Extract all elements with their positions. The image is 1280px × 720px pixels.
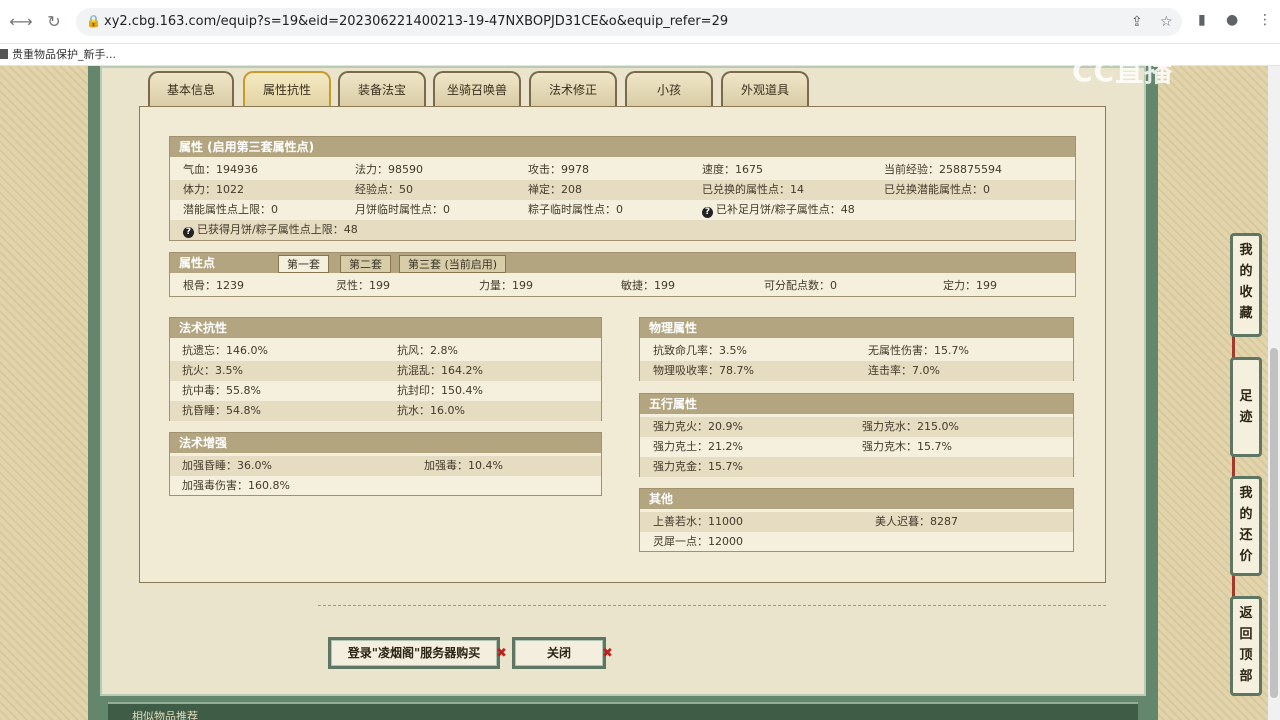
- stat-exp-points: 经验点：50: [355, 183, 413, 196]
- stat-obtained-cap: ? 已获得月饼/粽子属性点上限：48: [183, 220, 358, 240]
- points-row: 根骨：1239 灵性：199 力量：199 敏捷：199 可分配点数：0 定力：…: [170, 276, 1075, 296]
- spell-resist-row: 抗中毒：55.8% 抗封印：150.4%: [182, 384, 483, 397]
- point-focus: 定力：199: [943, 279, 997, 292]
- my-bargain-button[interactable]: 我的还价: [1230, 476, 1262, 576]
- spell-resist-row: 抗遗忘：146.0% 抗风：2.8%: [182, 344, 458, 357]
- spell-boost-row: 加强昏睡：36.0% 加强毒：10.4%: [170, 456, 601, 476]
- physical-section: 物理属性 抗致命几率：3.5% 无属性伤害：15.7% 物理吸收率：78.7% …: [639, 317, 1074, 381]
- attributes-row: ? 已获得月饼/粽子属性点上限：48: [170, 220, 1075, 240]
- login-buy-button[interactable]: 登录"凌烟阁"服务器购买: [328, 637, 500, 669]
- stat-exp: 当前经验：258875594: [884, 163, 1002, 176]
- watermark-logo: CC直播: [1072, 55, 1174, 88]
- attributes-row: 气血：194936 法力：98590 攻击：9978 速度：1675 当前经验：…: [170, 160, 1075, 180]
- other-row: 上善若水：11000 美人迟暮：8287: [640, 512, 1073, 532]
- physical-header: 物理属性: [640, 318, 1073, 338]
- sidepanel-icon[interactable]: ▮: [1198, 12, 1206, 28]
- tab-spell-correction[interactable]: 法术修正: [529, 71, 617, 107]
- five-elements-section: 五行属性 强力克火：20.9% 强力克水：215.0% 强力克土：21.2% 强…: [639, 393, 1074, 477]
- five-elements-row: 强力克火：20.9% 强力克水：215.0%: [640, 417, 1073, 437]
- subtab-set-2[interactable]: 第二套: [340, 255, 391, 273]
- divider: [318, 605, 1106, 606]
- browser-toolbar: ← → ↻ 🔒 xy2.cbg.163.com/equip?s=19&eid=2…: [0, 0, 1280, 44]
- my-favorites-button[interactable]: 我的收藏: [1230, 233, 1262, 337]
- bookmark-item[interactable]: 贵重物品保护_新手...: [0, 46, 116, 62]
- similar-items-header: 相似物品推荐: [108, 702, 1138, 720]
- spell-resist-section: 法术抗性 抗遗忘：146.0% 抗风：2.8% 抗火：3.5% 抗混乱：164.…: [169, 317, 602, 421]
- spell-resist-row: 抗火：3.5% 抗混乱：164.2%: [170, 361, 601, 381]
- spell-boost-row: 加强毒伤害：160.8%: [182, 479, 290, 492]
- point-spirit: 灵性：199: [336, 279, 390, 292]
- five-elements-row: 强力克金：15.7%: [640, 457, 1073, 477]
- point-constitution: 根骨：1239: [183, 279, 244, 292]
- back-to-top-button[interactable]: 返回顶部: [1230, 596, 1262, 696]
- point-agility: 敏捷：199: [621, 279, 675, 292]
- menu-icon[interactable]: ⋮: [1258, 12, 1272, 28]
- other-header: 其他: [640, 489, 1073, 509]
- attributes-section: 属性 (启用第三套属性点) 气血：194936 法力：98590 攻击：9978…: [169, 136, 1076, 241]
- share-icon[interactable]: ⇪: [1131, 14, 1143, 30]
- lock-icon: 🔒: [86, 14, 101, 28]
- stat-exchanged-points: 已兑换的属性点：14: [702, 183, 804, 196]
- close-x-icon: ✖: [496, 646, 507, 661]
- stat-mp: 法力：98590: [355, 163, 423, 176]
- point-unallocated: 可分配点数：0: [764, 279, 837, 292]
- stat-stamina: 体力：1022: [183, 183, 244, 196]
- stat-refilled: ? 已补足月饼/粽子属性点：48: [702, 200, 855, 220]
- attributes-header: 属性 (启用第三套属性点): [170, 137, 1075, 157]
- stat-hp: 气血：194936: [183, 163, 258, 176]
- close-button[interactable]: 关闭: [512, 637, 606, 669]
- stat-zen: 禅定：208: [528, 183, 582, 196]
- tab-child[interactable]: 小孩: [625, 71, 713, 107]
- point-strength: 力量：199: [479, 279, 533, 292]
- other-row: 灵犀一点：12000: [653, 535, 743, 548]
- url-text[interactable]: xy2.cbg.163.com/equip?s=19&eid=202306221…: [104, 14, 728, 29]
- other-section: 其他 上善若水：11000 美人迟暮：8287 灵犀一点：12000: [639, 488, 1074, 552]
- scrollbar-thumb[interactable]: [1270, 348, 1278, 698]
- reload-icon[interactable]: ↻: [42, 10, 66, 34]
- close-x-icon: ✖: [602, 646, 613, 661]
- spell-boost-header: 法术增强: [170, 433, 601, 453]
- help-icon[interactable]: ?: [702, 207, 713, 218]
- five-elements-row: 强力克土：21.2% 强力克木：15.7%: [653, 440, 952, 453]
- similar-items-title: 相似物品推荐: [132, 710, 198, 720]
- tab-mount-summon[interactable]: 坐骑召唤兽: [433, 71, 521, 107]
- spell-resist-row: 抗昏睡：54.8% 抗水：16.0%: [170, 401, 601, 421]
- attribute-points-section: 属性点 第一套 第二套 第三套 (当前启用) 根骨：1239 灵性：199 力量…: [169, 252, 1076, 297]
- stat-potential-cap: 潜能属性点上限：0: [183, 203, 278, 216]
- physical-row: 物理吸收率：78.7% 连击率：7.0%: [640, 361, 1073, 381]
- subtab-set-1[interactable]: 第一套: [278, 255, 329, 273]
- stat-zongzi-temp: 粽子临时属性点：0: [528, 203, 623, 216]
- stat-mooncake-temp: 月饼临时属性点：0: [355, 203, 450, 216]
- history-button[interactable]: 足迹: [1230, 357, 1262, 457]
- profile-icon[interactable]: ●: [1226, 12, 1238, 28]
- stat-speed: 速度：1675: [702, 163, 763, 176]
- tab-basic-info[interactable]: 基本信息: [148, 71, 234, 107]
- stat-attack: 攻击：9978: [528, 163, 589, 176]
- spell-resist-header: 法术抗性: [170, 318, 601, 338]
- forward-icon[interactable]: →: [14, 10, 38, 34]
- spell-boost-section: 法术增强 加强昏睡：36.0% 加强毒：10.4% 加强毒伤害：160.8%: [169, 432, 602, 496]
- bookmark-icon: [0, 49, 8, 59]
- help-icon[interactable]: ?: [183, 227, 194, 238]
- five-elements-header: 五行属性: [640, 394, 1073, 414]
- attributes-row: 体力：1022 经验点：50 禅定：208 已兑换的属性点：14 已兑换潜能属性…: [170, 180, 1075, 200]
- tab-appearance[interactable]: 外观道具: [721, 71, 809, 107]
- tab-attributes-resist[interactable]: 属性抗性: [243, 71, 331, 107]
- physical-row: 抗致命几率：3.5% 无属性伤害：15.7%: [653, 344, 969, 357]
- star-icon[interactable]: ☆: [1160, 14, 1173, 30]
- stat-exchanged-potential: 已兑换潜能属性点：0: [884, 183, 990, 196]
- subtab-set-3[interactable]: 第三套 (当前启用): [399, 255, 507, 273]
- attributes-row: 潜能属性点上限：0 月饼临时属性点：0 粽子临时属性点：0 ? 已补足月饼/粽子属…: [170, 200, 1075, 220]
- address-bar[interactable]: 🔒 xy2.cbg.163.com/equip?s=19&eid=2023062…: [76, 8, 1182, 36]
- tab-equipment[interactable]: 装备法宝: [338, 71, 426, 107]
